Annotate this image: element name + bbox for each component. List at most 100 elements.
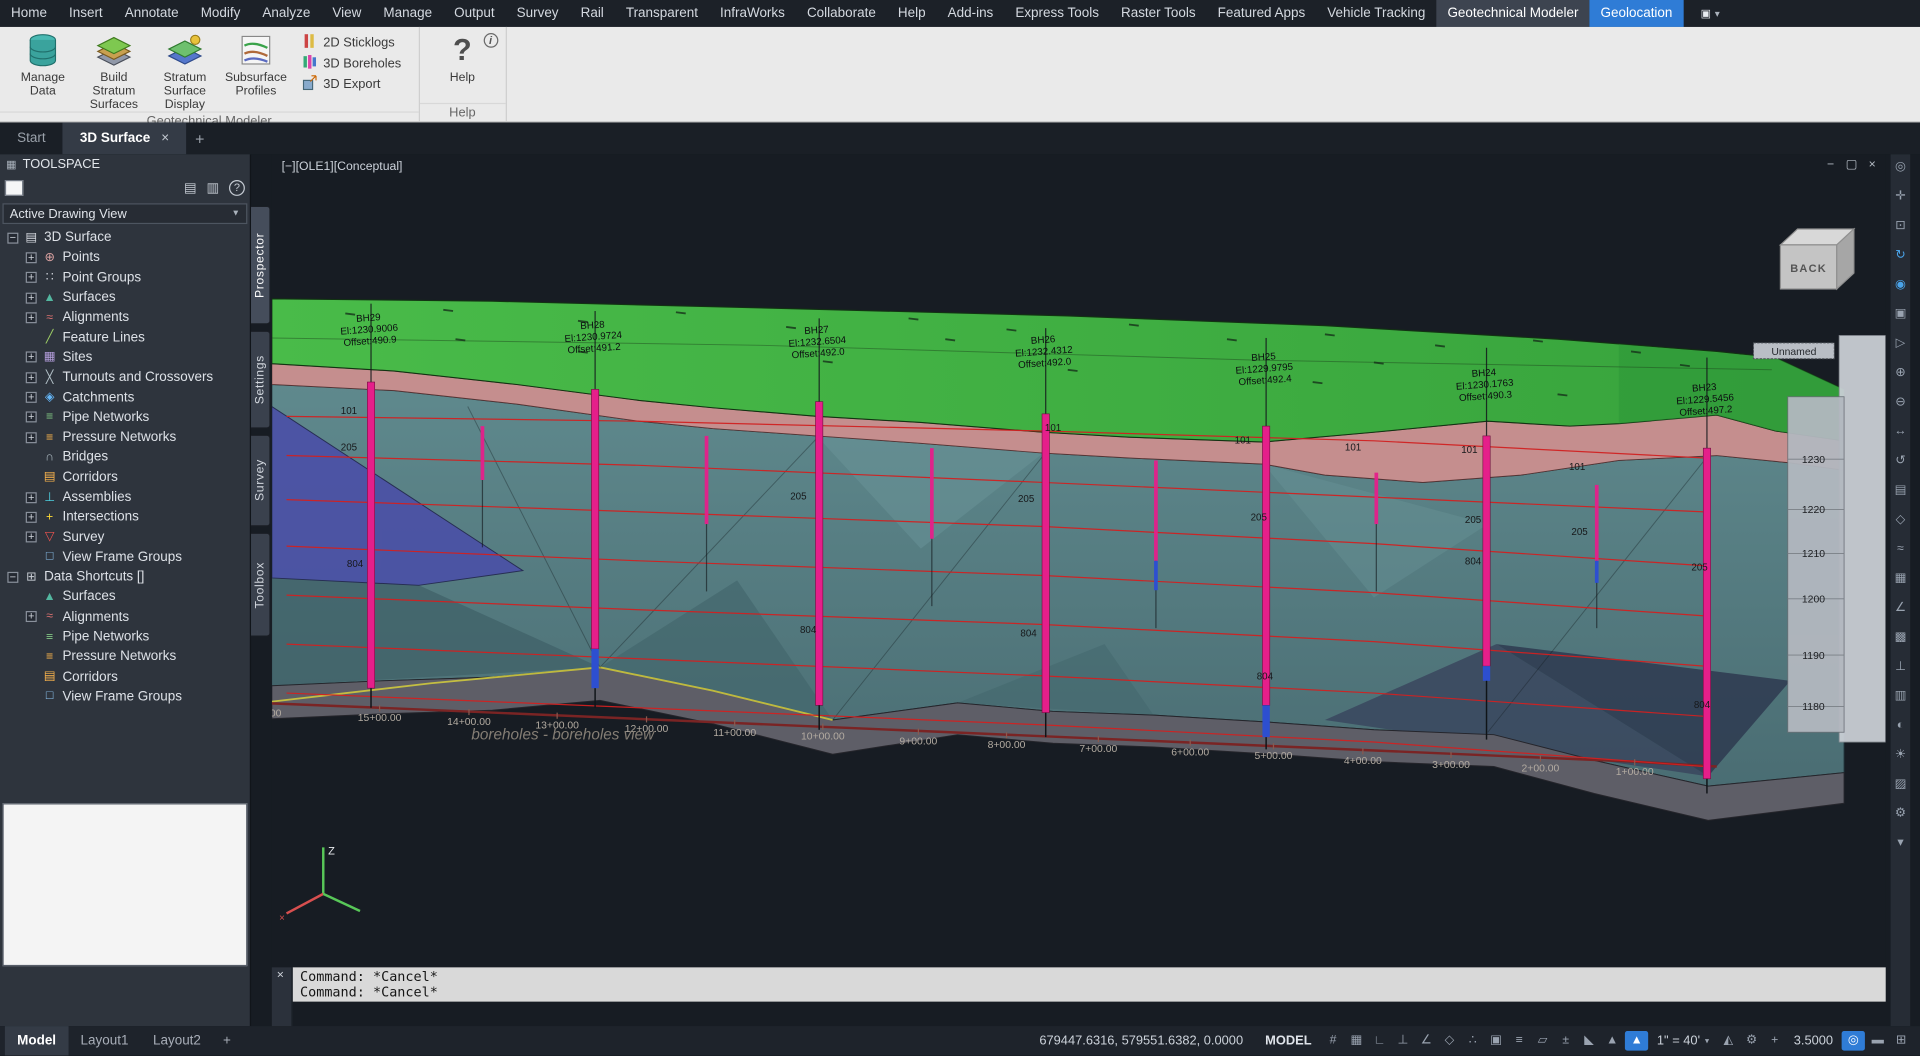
menu-item-infraworks[interactable]: InfraWorks [709,0,796,27]
tree-item-data-shortcuts[interactable]: −⊞Data Shortcuts [] [0,567,250,587]
tree-item-pressure-networks[interactable]: +≡Pressure Networks [0,647,250,667]
tree-item-pressure-networks[interactable]: +≡Pressure Networks [0,427,250,447]
tree-expander[interactable]: + [26,392,37,403]
file-tab-3d-surface[interactable]: 3D Surface× [63,122,187,154]
polar-tracking-icon[interactable]: ∠ [1414,1031,1437,1051]
tree-item-view-frame-groups[interactable]: +□View Frame Groups [0,547,250,567]
subsurface-profiles-button[interactable]: SubsurfaceProfiles [220,29,291,111]
menu-item-output[interactable]: Output [443,0,505,27]
side-tab-survey[interactable]: Survey [251,435,271,527]
free-orbit-icon[interactable]: ↺ [1895,454,1905,467]
tree-expander[interactable]: + [26,252,37,263]
fullnav-wheel-icon[interactable]: ◎ [1895,160,1906,173]
item-view-icon[interactable]: ▤ [184,179,197,195]
new-tab-button[interactable]: + [186,122,213,154]
command-close-button[interactable]: × [277,969,284,982]
manage-data-button[interactable]: ManageData [7,29,78,111]
zoom-indicator-icon[interactable]: ◎ [1842,1031,1865,1051]
walk-icon[interactable]: ≈ [1897,542,1904,555]
tree-expander[interactable]: + [26,532,37,543]
tree-expander[interactable]: + [26,272,37,283]
autoscale-icon[interactable]: ▲ [1625,1031,1648,1051]
tree-item-turnouts-and-crossovers[interactable]: +╳Turnouts and Crossovers [0,367,250,387]
workspace-gear-icon[interactable]: ⚙ [1740,1031,1763,1051]
close-viewport-button[interactable]: × [1864,158,1881,173]
annotation-scale-button[interactable]: 1" = 40' ▾ [1650,1033,1717,1048]
layers-icon[interactable]: ▦ [1895,572,1907,585]
menu-item-manage[interactable]: Manage [372,0,443,27]
drawing-canvas[interactable]: BH29El:1230.9006Offset:490.9BH28El:1230.… [272,154,1886,967]
tree-expander[interactable]: + [26,372,37,383]
tree-item-sites[interactable]: +▦Sites [0,347,250,367]
active-view-dropdown[interactable]: Active Drawing View ▼ [2,203,247,224]
customization-icon[interactable]: + [1763,1031,1786,1051]
clean-screen-icon[interactable]: ⊞ [1889,1031,1912,1051]
menu-item-transparent[interactable]: Transparent [615,0,709,27]
viewcube-toggle-icon[interactable]: ▣ [1895,307,1907,320]
tree-expander[interactable]: + [26,512,37,523]
infer-constraints-icon[interactable]: ∟ [1368,1031,1391,1051]
zoom-scale-value[interactable]: 3.5000 [1786,1033,1840,1048]
tree-item-point-groups[interactable]: +∷Point Groups [0,268,250,288]
section-plane-icon[interactable]: ▤ [1895,484,1907,497]
graphics-performance-icon[interactable]: ▬ [1866,1031,1889,1051]
tree-expander[interactable]: + [26,492,37,503]
side-tab-toolbox[interactable]: Toolbox [251,533,271,637]
model-space-button[interactable]: MODEL [1255,1033,1321,1048]
object-snap-icon[interactable]: ▣ [1484,1031,1507,1051]
menu-item-collaborate[interactable]: Collaborate [796,0,887,27]
command-window-grip[interactable]: × [272,967,293,1026]
build-stratum-surfaces-button[interactable]: BuildStratum Surfaces [78,29,149,111]
transparency-icon[interactable]: ▱ [1531,1031,1554,1051]
menu-item-home[interactable]: Home [0,0,58,27]
zoom-in-icon[interactable]: ⊕ [1895,366,1905,379]
orbit-icon[interactable]: ↻ [1895,249,1905,262]
tree-item-feature-lines[interactable]: +╱Feature Lines [0,328,250,348]
tree-item-pipe-networks[interactable]: +≡Pipe Networks [0,627,250,647]
menu-item-modify[interactable]: Modify [190,0,252,27]
pan-hand-icon[interactable]: ↔ [1894,425,1906,438]
3d-boreholes-button[interactable]: 3D Boreholes [301,55,401,71]
dynamic-input-icon[interactable]: ± [1554,1031,1577,1051]
tree-expander[interactable]: − [7,232,18,243]
ortho-icon[interactable]: ⊥ [1391,1031,1414,1051]
tree-expander[interactable]: + [26,432,37,443]
tree-item-pipe-networks[interactable]: +≡Pipe Networks [0,407,250,427]
tree-expander[interactable]: + [26,611,37,622]
ribbon-options-button[interactable]: ▣ ▾ [1701,7,1720,20]
unnamed-surface-tag[interactable]: Unnamed [1753,343,1834,359]
2d-sticklogs-button[interactable]: 2D Sticklogs [301,34,401,50]
tree-item-corridors[interactable]: +▤Corridors [0,467,250,487]
materials-icon[interactable]: ▨ [1895,778,1907,791]
tree-expander[interactable]: + [26,412,37,423]
tree-expander[interactable]: + [26,292,37,303]
menu-item-insert[interactable]: Insert [58,0,114,27]
tree-item-bridges[interactable]: +∩Bridges [0,447,250,467]
tree-item-points[interactable]: +⊕Points [0,248,250,268]
menu-item-add-ins[interactable]: Add-ins [937,0,1005,27]
sun-lighting-icon[interactable]: ☀ [1895,748,1906,761]
tree-item-assemblies[interactable]: +⊥Assemblies [0,487,250,507]
tree-expander[interactable]: + [26,312,37,323]
menu-item-express-tools[interactable]: Express Tools [1004,0,1110,27]
file-tab-start[interactable]: Start [0,122,63,154]
ucs-toggle-icon[interactable]: ⊥ [1895,660,1906,673]
menu-item-featured-apps[interactable]: Featured Apps [1207,0,1317,27]
tree-item-view-frame-groups[interactable]: +□View Frame Groups [0,687,250,707]
look-around-icon[interactable]: ◉ [1895,278,1906,291]
info-icon[interactable]: i [483,33,498,48]
side-tab-settings[interactable]: Settings [251,331,271,429]
annotation-monitor-icon[interactable]: ◭ [1717,1031,1740,1051]
zoom-out-icon[interactable]: ⊖ [1895,396,1905,409]
tree-item-alignments[interactable]: +≈Alignments [0,607,250,627]
nav-settings-icon[interactable]: ⚙ [1895,807,1906,820]
lineweight-icon[interactable]: ≡ [1508,1031,1531,1051]
snap-icon[interactable]: ▦ [1345,1031,1368,1051]
toolspace-search-box[interactable] [5,179,23,195]
side-tab-prospector[interactable]: Prospector [251,206,271,325]
menu-item-geolocation[interactable]: Geolocation [1590,0,1684,27]
tree-item-3d-surface[interactable]: −▤3D Surface [0,228,250,248]
zoom-extents-icon[interactable]: ⊡ [1895,219,1905,232]
tree-expander[interactable]: + [26,352,37,363]
coordinates-display[interactable]: 679447.6316, 579551.6382, 0.0000 [1027,1033,1255,1048]
